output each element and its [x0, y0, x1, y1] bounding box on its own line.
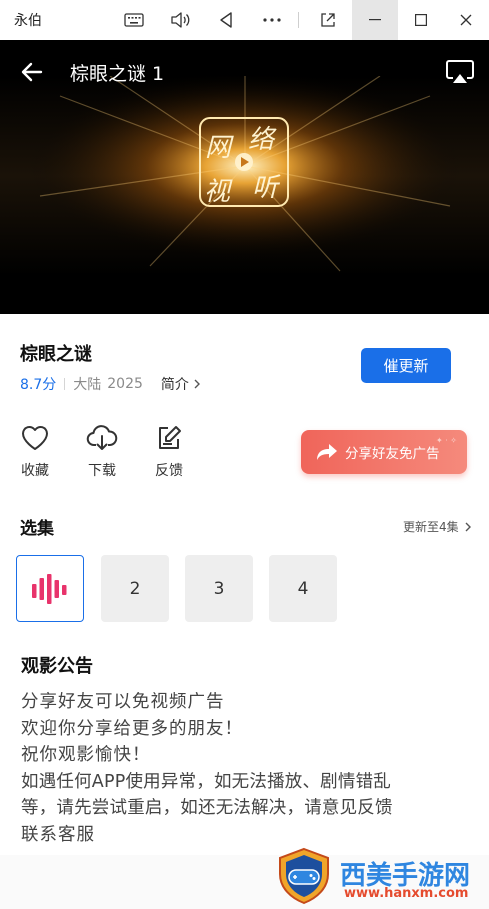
- episode-4[interactable]: 4: [269, 555, 337, 622]
- arrow-left-icon: [21, 62, 43, 82]
- watermark-url: www.hanxm.com: [344, 886, 469, 901]
- edit-note-icon: [159, 426, 181, 449]
- download-button[interactable]: 下载: [76, 424, 128, 480]
- intro-link[interactable]: 简介: [161, 374, 202, 394]
- notice-line: 分享好友可以免视频广告: [21, 692, 225, 712]
- chevron-right-icon: [465, 522, 471, 531]
- show-title: 棕眼之谜: [20, 344, 92, 365]
- titlebar-divider: [298, 12, 299, 28]
- video-player[interactable]: 网 络 视 听 棕眼之谜 1: [0, 40, 489, 314]
- more-options-icon[interactable]: [252, 0, 292, 40]
- show-meta: 8.7分 大陆 2025 简介: [20, 374, 202, 394]
- minimize-icon[interactable]: [352, 0, 398, 40]
- heart-icon: [21, 425, 49, 450]
- notice-line: 如遇任何APP使用异常，如无法播放、剧情错乱: [21, 771, 391, 792]
- back-triangle-icon[interactable]: [206, 0, 246, 40]
- episode-3[interactable]: 3: [185, 555, 253, 622]
- notice-title: 观影公告: [21, 656, 93, 677]
- decorative-sparkles: ✦ · ✧: [435, 436, 457, 445]
- cast-icon: [446, 60, 474, 83]
- svg-text:视: 视: [204, 177, 233, 207]
- request-update-button[interactable]: 催更新: [361, 348, 451, 383]
- update-status-label: 更新至4集: [403, 520, 459, 534]
- chevron-right-icon: [194, 379, 200, 389]
- download-label: 下载: [88, 463, 116, 479]
- svg-text:听: 听: [252, 173, 281, 203]
- share-label: 分享好友免广告: [345, 446, 440, 462]
- close-icon[interactable]: [443, 0, 489, 40]
- pop-out-icon[interactable]: [308, 0, 348, 40]
- episodes-update-status[interactable]: 更新至4集: [403, 518, 473, 535]
- share-arrow-icon: [317, 444, 337, 460]
- notice-line: 欢迎你分享给更多的朋友！: [21, 718, 243, 739]
- feedback-button[interactable]: 反馈: [143, 424, 195, 480]
- volume-icon[interactable]: [160, 0, 200, 40]
- video-frame: 网 络 视 听: [0, 76, 489, 276]
- episode-2[interactable]: 2: [101, 555, 169, 622]
- window-titlebar: 永伯: [0, 0, 489, 40]
- notice-line: 联系客服: [21, 824, 95, 845]
- favorite-label: 收藏: [21, 463, 49, 479]
- notice-body: 分享好友可以免视频广告 欢迎你分享给更多的朋友！ 祝你观影愉快！ 如遇任何APP…: [21, 689, 471, 848]
- share-no-ads-button[interactable]: 分享好友免广告 ✦ · ✧: [301, 430, 467, 474]
- episodes-title: 选集: [20, 519, 54, 539]
- window-title: 永伯: [14, 13, 42, 29]
- keyboard-icon[interactable]: [114, 0, 154, 40]
- notice-line: 等，请先尝试重启，如还无法解决，请意见反馈: [21, 798, 393, 818]
- cloud-download-icon: [86, 425, 118, 450]
- gamepad-shield-logo: [279, 847, 329, 905]
- rating: 8.7分: [20, 377, 57, 393]
- svg-text:网: 网: [205, 133, 234, 163]
- playing-bars-icon: [32, 573, 67, 604]
- episode-title: 棕眼之谜 1: [70, 63, 165, 85]
- meta-divider: [64, 378, 66, 390]
- svg-text:络: 络: [248, 125, 277, 155]
- region: 大陆: [73, 377, 102, 393]
- episode-1-playing[interactable]: [16, 555, 84, 622]
- cast-button[interactable]: [440, 54, 480, 90]
- year: 2025: [107, 376, 143, 392]
- favorite-button[interactable]: 收藏: [9, 424, 61, 480]
- feedback-label: 反馈: [155, 463, 183, 479]
- notice-line: 祝你观影愉快！: [21, 745, 151, 765]
- intro-label: 简介: [160, 377, 189, 393]
- maximize-icon[interactable]: [398, 0, 444, 40]
- back-button[interactable]: [14, 54, 50, 90]
